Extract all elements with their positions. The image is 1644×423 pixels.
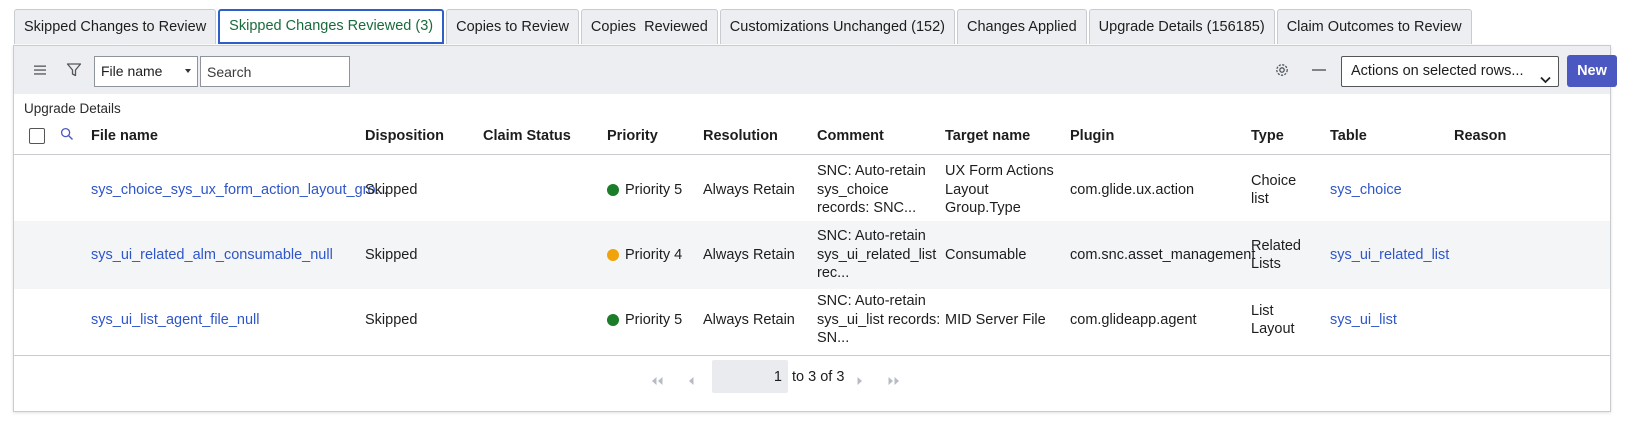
table-row: sys_choice_sys_ux_form_action_layout_gro…: [14, 156, 1610, 224]
tab-copies-to-review[interactable]: Copies to Review: [446, 9, 579, 44]
pagination: to 3 of 3: [14, 355, 1610, 410]
type-line: list: [1251, 191, 1269, 207]
comment-line: sys_ui_related_list: [817, 246, 937, 263]
file-name-link[interactable]: sys_ui_related_alm_consumable_null: [91, 246, 333, 265]
caret-down-icon: [185, 69, 191, 73]
column-header-table[interactable]: Table: [1330, 128, 1367, 144]
column-header-comment[interactable]: Comment: [817, 128, 884, 144]
tab-upgrade-details[interactable]: Upgrade Details (156185): [1088, 9, 1275, 44]
tab-claim-outcomes-to-review[interactable]: Claim Outcomes to Review: [1276, 9, 1472, 44]
next-page-icon[interactable]: [856, 375, 864, 389]
priority-indicator-icon: [607, 249, 619, 261]
type-line: Lists: [1251, 256, 1281, 272]
new-button[interactable]: New: [1567, 55, 1617, 87]
gear-icon[interactable]: [1270, 58, 1294, 82]
column-header-type[interactable]: Type: [1251, 128, 1284, 144]
resolution-value: Always Retain: [703, 181, 795, 198]
column-header-claim-status[interactable]: Claim Status: [483, 128, 571, 144]
comment-line: sys_ui_list records:: [817, 311, 941, 328]
target-name-line: Consumable: [945, 246, 1027, 263]
select-all-checkbox[interactable]: [29, 128, 45, 144]
table-header-row: File name Disposition Claim Status Prior…: [14, 120, 1610, 155]
column-header-plugin[interactable]: Plugin: [1070, 128, 1114, 144]
table-link[interactable]: sys_choice: [1330, 181, 1402, 200]
list-toolbar: File name Actions on selected rows... Ne…: [14, 46, 1617, 94]
target-name-value: UX Form Actions Layout Group.Type: [945, 162, 1054, 218]
last-page-icon[interactable]: [887, 375, 901, 389]
comment-value: SNC: Auto-retain sys_ui_related_list rec…: [817, 227, 936, 283]
tab-changes-applied[interactable]: Changes Applied: [957, 9, 1087, 44]
type-line: Choice: [1251, 172, 1297, 189]
actions-select-value: Actions on selected rows...: [1351, 63, 1524, 79]
target-name-line: Group.Type: [945, 200, 1021, 217]
comment-value: SNC: Auto-retain sys_choice records: SNC…: [817, 162, 926, 218]
table-link[interactable]: sys_ui_related_list: [1330, 246, 1449, 265]
search-field-select[interactable]: File name: [94, 56, 198, 87]
column-header-file-name[interactable]: File name: [91, 128, 158, 144]
priority-indicator-icon: [607, 314, 619, 326]
comment-line: SNC: Auto-retain: [817, 163, 926, 180]
priority-value: Priority 4: [625, 246, 683, 263]
collapse-icon[interactable]: [1307, 58, 1331, 82]
file-name-link[interactable]: sys_choice_sys_ux_form_action_layout_gro…: [91, 181, 388, 200]
target-name-line: Layout: [945, 181, 989, 198]
plugin-value: com.snc.asset_management: [1070, 246, 1256, 263]
resolution-value: Always Retain: [703, 311, 795, 328]
chevron-down-icon: [1540, 66, 1551, 95]
type-value: List Layout: [1251, 302, 1295, 339]
search-field-select-value: File name: [101, 63, 163, 79]
comment-line: SNC: Auto-retain: [817, 228, 926, 245]
search-input[interactable]: [200, 56, 350, 87]
table-row: sys_ui_list_agent_file_null Skipped Prio…: [14, 286, 1610, 354]
page-range-text: to 3 of 3: [792, 369, 845, 385]
tab-copies-reviewed[interactable]: Copies Reviewed: [580, 9, 718, 44]
priority-indicator-icon: [607, 184, 619, 196]
priority-value: Priority 5: [625, 181, 683, 198]
first-page-icon[interactable]: [650, 375, 664, 389]
comment-line: SN...: [817, 330, 850, 347]
comment-line: rec...: [817, 265, 850, 282]
tab-skipped-changes-to-review[interactable]: Skipped Changes to Review: [14, 9, 217, 44]
table-row: sys_ui_related_alm_consumable_null Skipp…: [14, 221, 1610, 289]
priority-value: Priority 5: [625, 311, 683, 328]
type-value: Related Lists: [1251, 237, 1301, 274]
hamburger-menu-icon[interactable]: [28, 58, 52, 82]
comment-line: SNC: Auto-retain: [817, 293, 926, 310]
filter-icon[interactable]: [62, 58, 86, 82]
target-name-value: MID Server File: [945, 311, 1046, 330]
column-header-target-name[interactable]: Target name: [945, 128, 1030, 144]
tab-customizations-unchanged[interactable]: Customizations Unchanged (152): [719, 9, 955, 44]
comment-line: records: SNC...: [817, 200, 917, 217]
target-name-value: Consumable: [945, 246, 1026, 265]
actions-on-selected-rows-select[interactable]: Actions on selected rows...: [1341, 56, 1559, 87]
type-value: Choice list: [1251, 172, 1296, 209]
column-header-resolution[interactable]: Resolution: [703, 128, 778, 144]
list-title: Upgrade Details: [24, 101, 121, 116]
column-search-icon[interactable]: [60, 127, 74, 144]
target-name-line: UX Form Actions: [945, 163, 1054, 180]
type-line: Related: [1251, 237, 1301, 254]
page-number-input[interactable]: [712, 360, 788, 393]
column-header-reason[interactable]: Reason: [1454, 128, 1506, 144]
table-link[interactable]: sys_ui_list: [1330, 311, 1397, 330]
resolution-value: Always Retain: [703, 246, 795, 263]
comment-value: SNC: Auto-retain sys_ui_list records: SN…: [817, 292, 940, 348]
plugin-value: com.glide.ux.action: [1070, 181, 1195, 198]
disposition-value: Skipped: [365, 311, 418, 328]
list-panel: File name Actions on selected rows... Ne…: [13, 45, 1617, 412]
disposition-value: Skipped: [365, 246, 418, 263]
comment-line: sys_choice: [817, 181, 889, 198]
column-header-disposition[interactable]: Disposition: [365, 128, 444, 144]
tab-bar: Skipped Changes to Review Skipped Change…: [14, 9, 1474, 45]
plugin-value: com.glideapp.agent: [1070, 311, 1197, 328]
disposition-value: Skipped: [365, 181, 418, 198]
previous-page-icon[interactable]: [687, 375, 695, 389]
type-line: List: [1251, 302, 1274, 319]
type-line: Layout: [1251, 321, 1295, 337]
file-name-link[interactable]: sys_ui_list_agent_file_null: [91, 311, 259, 330]
target-name-line: MID Server File: [945, 311, 1046, 328]
tab-skipped-changes-reviewed[interactable]: Skipped Changes Reviewed (3): [218, 9, 445, 44]
column-header-priority[interactable]: Priority: [607, 128, 658, 144]
